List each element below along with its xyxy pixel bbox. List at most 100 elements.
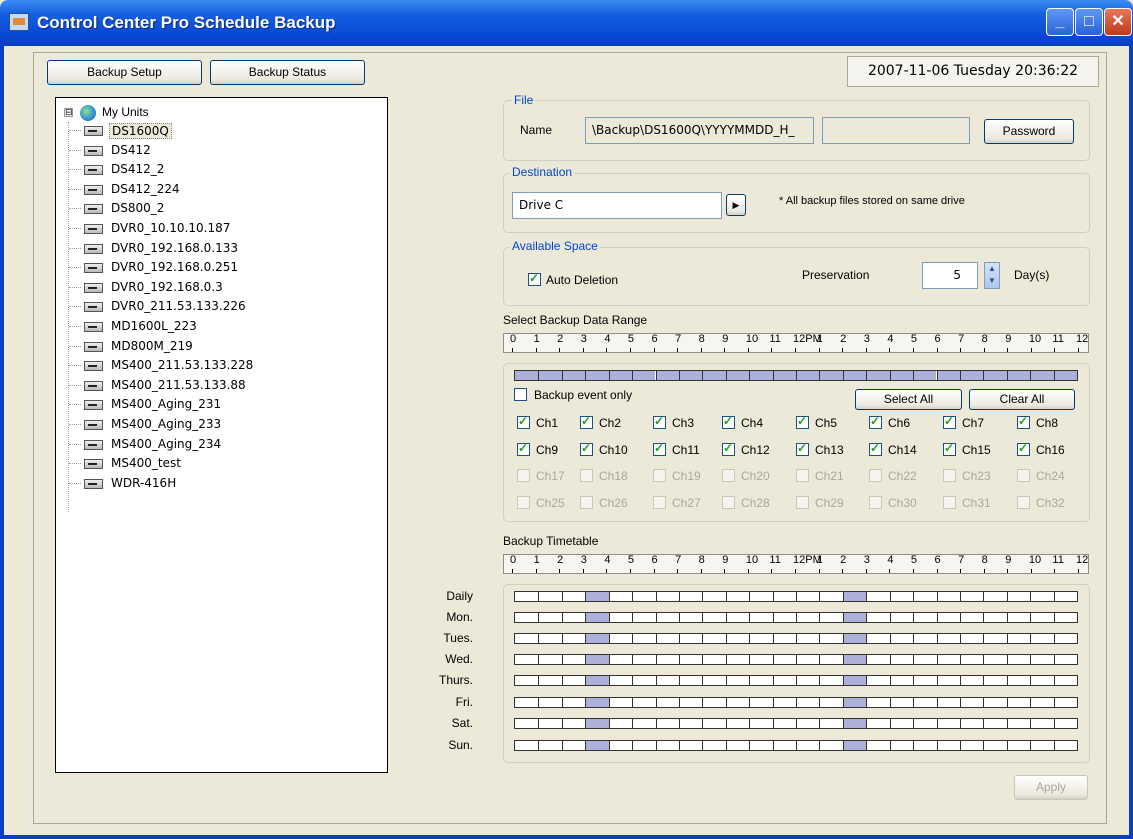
hour-slot[interactable] xyxy=(515,592,538,601)
hour-slot[interactable] xyxy=(1006,676,1030,685)
hour-slot[interactable] xyxy=(632,634,655,643)
hour-slot[interactable] xyxy=(866,592,889,601)
hour-slot[interactable] xyxy=(959,741,983,750)
hour-slot[interactable] xyxy=(585,676,609,685)
hour-slot[interactable] xyxy=(702,741,725,750)
hour-slot[interactable] xyxy=(889,371,914,380)
hour-slot[interactable] xyxy=(959,634,983,643)
hour-slot[interactable] xyxy=(608,719,632,728)
preservation-input[interactable]: 5 xyxy=(922,262,978,289)
hour-slot[interactable] xyxy=(561,655,585,664)
hour-slot[interactable] xyxy=(842,719,867,728)
hour-slot[interactable] xyxy=(561,698,585,707)
hour-slot[interactable] xyxy=(796,371,820,380)
hour-slot[interactable] xyxy=(561,634,585,643)
hour-slot[interactable] xyxy=(538,371,562,380)
hour-slot[interactable] xyxy=(1006,698,1030,707)
channel-checkbox[interactable] xyxy=(653,441,666,456)
hour-slot[interactable] xyxy=(866,698,889,707)
hour-slot[interactable] xyxy=(936,698,960,707)
hour-slot[interactable] xyxy=(936,676,960,685)
hour-slot[interactable] xyxy=(632,613,655,622)
hour-slot[interactable] xyxy=(515,655,538,664)
hour-slot[interactable] xyxy=(772,613,796,622)
hour-slot[interactable] xyxy=(1053,741,1077,750)
hour-slot[interactable] xyxy=(725,676,749,685)
backup-event-only-checkbox[interactable] xyxy=(514,388,527,401)
hour-slot[interactable] xyxy=(655,741,679,750)
hour-slot[interactable] xyxy=(608,741,632,750)
timetable-row[interactable] xyxy=(514,740,1078,751)
hour-slot[interactable] xyxy=(561,719,585,728)
hour-slot[interactable] xyxy=(819,592,842,601)
hour-slot[interactable] xyxy=(889,592,913,601)
hour-slot[interactable] xyxy=(538,698,561,707)
hour-slot[interactable] xyxy=(1030,698,1053,707)
hour-slot[interactable] xyxy=(819,676,842,685)
hour-slot[interactable] xyxy=(655,655,679,664)
channel-checkbox[interactable] xyxy=(580,414,593,429)
hour-slot[interactable] xyxy=(585,719,609,728)
hour-slot[interactable] xyxy=(749,698,772,707)
hour-slot[interactable] xyxy=(1030,592,1053,601)
hour-slot[interactable] xyxy=(655,613,679,622)
hour-slot[interactable] xyxy=(1053,371,1077,380)
hour-slot[interactable] xyxy=(983,676,1006,685)
hour-slot[interactable] xyxy=(866,634,889,643)
hour-slot[interactable] xyxy=(561,613,585,622)
unit-tree[interactable]: ⊟ My Units DS1600Q DS412 DS412_2 DS412_224 D… xyxy=(55,97,388,773)
destination-drive-field[interactable]: Drive C xyxy=(512,192,722,219)
name-field[interactable]: \Backup\DS1600Q\YYYYMMDD_H_ xyxy=(585,117,814,144)
hour-slot[interactable] xyxy=(749,719,772,728)
hour-slot[interactable] xyxy=(796,676,819,685)
hour-slot[interactable] xyxy=(1030,741,1053,750)
hour-slot[interactable] xyxy=(538,719,561,728)
hour-slot[interactable] xyxy=(819,719,842,728)
hour-slot[interactable] xyxy=(632,655,655,664)
hour-slot[interactable] xyxy=(749,655,772,664)
hour-slot[interactable] xyxy=(796,655,819,664)
hour-slot[interactable] xyxy=(936,592,960,601)
hour-slot[interactable] xyxy=(585,613,609,622)
hour-slot[interactable] xyxy=(585,371,609,380)
hour-slot[interactable] xyxy=(678,592,702,601)
hour-slot[interactable] xyxy=(561,741,585,750)
hour-slot[interactable] xyxy=(702,698,725,707)
hour-slot[interactable] xyxy=(515,613,538,622)
hour-slot[interactable] xyxy=(772,634,796,643)
hour-slot[interactable] xyxy=(515,719,538,728)
hour-slot[interactable] xyxy=(866,655,889,664)
hour-slot[interactable] xyxy=(749,592,772,601)
channel-checkbox[interactable] xyxy=(517,441,530,456)
hour-slot[interactable] xyxy=(959,698,983,707)
hour-slot[interactable] xyxy=(678,655,702,664)
hour-slot[interactable] xyxy=(632,719,655,728)
hour-slot[interactable] xyxy=(842,634,867,643)
hour-slot[interactable] xyxy=(585,592,609,601)
hour-slot[interactable] xyxy=(983,719,1006,728)
hour-slot[interactable] xyxy=(1006,655,1030,664)
hour-slot[interactable] xyxy=(1030,676,1053,685)
hour-slot[interactable] xyxy=(632,741,655,750)
hour-slot[interactable] xyxy=(983,655,1006,664)
hour-slot[interactable] xyxy=(725,719,749,728)
hour-slot[interactable] xyxy=(1006,741,1030,750)
hour-slot[interactable] xyxy=(889,634,913,643)
hour-slot[interactable] xyxy=(725,592,749,601)
hour-slot[interactable] xyxy=(749,634,772,643)
hour-slot[interactable] xyxy=(1030,634,1053,643)
hour-slot[interactable] xyxy=(585,634,609,643)
hour-slot[interactable] xyxy=(772,698,796,707)
hour-slot[interactable] xyxy=(772,719,796,728)
hour-slot[interactable] xyxy=(1053,698,1077,707)
select-all-button[interactable]: Select All xyxy=(855,389,962,410)
hour-slot[interactable] xyxy=(959,613,983,622)
hour-slot[interactable] xyxy=(655,676,679,685)
hour-slot[interactable] xyxy=(842,371,867,380)
clear-all-button[interactable]: Clear All xyxy=(969,389,1075,410)
hour-slot[interactable] xyxy=(538,634,561,643)
hour-slot[interactable] xyxy=(983,613,1006,622)
hour-slot[interactable] xyxy=(702,719,725,728)
hour-slot[interactable] xyxy=(1006,613,1030,622)
hour-slot[interactable] xyxy=(608,634,632,643)
